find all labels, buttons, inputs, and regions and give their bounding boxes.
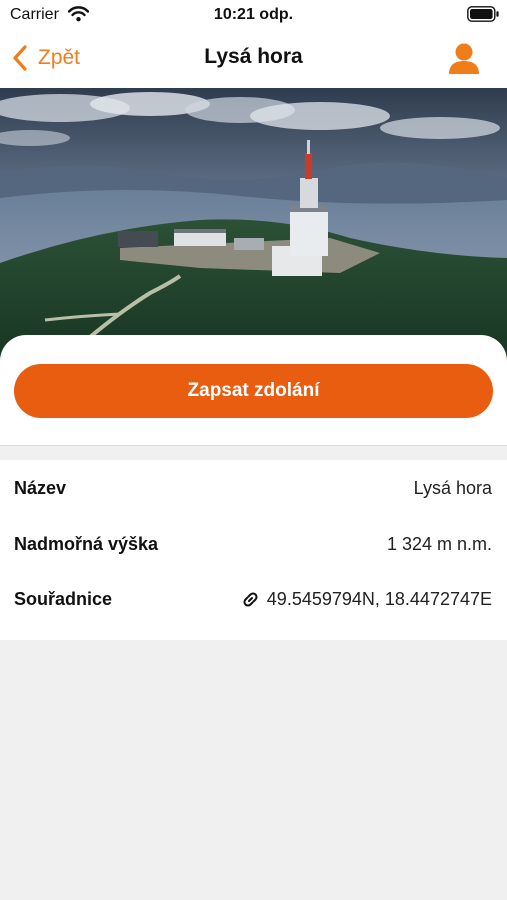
navigation-bar: Zpět Lysá hora	[0, 30, 507, 88]
person-icon[interactable]	[446, 41, 482, 77]
detail-row-altitude: Nadmořná výška 1 324 m n.m.	[0, 516, 507, 572]
detail-label: Název	[14, 478, 67, 498]
detail-label: Souřadnice	[14, 589, 113, 609]
detail-label: Nadmořná výška	[14, 534, 159, 554]
status-bar: Carrier 10:21 odp.	[0, 0, 507, 30]
action-card: Zapsat zdolání	[0, 335, 507, 446]
page-title: Lysá hora	[204, 45, 303, 68]
details-list: Název Lysá hora Nadmořná výška 1 324 m n…	[0, 460, 507, 640]
link-icon	[243, 592, 258, 607]
record-ascent-button[interactable]: Zapsat zdolání	[14, 364, 493, 418]
hero-image	[0, 88, 507, 363]
coordinates-link[interactable]: 49.5459794N, 18.4472747E	[242, 589, 492, 610]
battery-icon	[467, 6, 499, 22]
detail-row-name: Název Lysá hora	[0, 460, 507, 516]
detail-value: 1 324 m n.m.	[386, 534, 492, 554]
detail-value: Lysá hora	[413, 478, 492, 498]
detail-row-coordinates[interactable]: Souřadnice 49.5459794N, 18.4472747E	[0, 571, 507, 627]
mountain-photo	[0, 88, 507, 363]
coordinates-value: 49.5459794N, 18.4472747E	[266, 589, 492, 609]
clock: 10:21 odp.	[213, 6, 294, 23]
